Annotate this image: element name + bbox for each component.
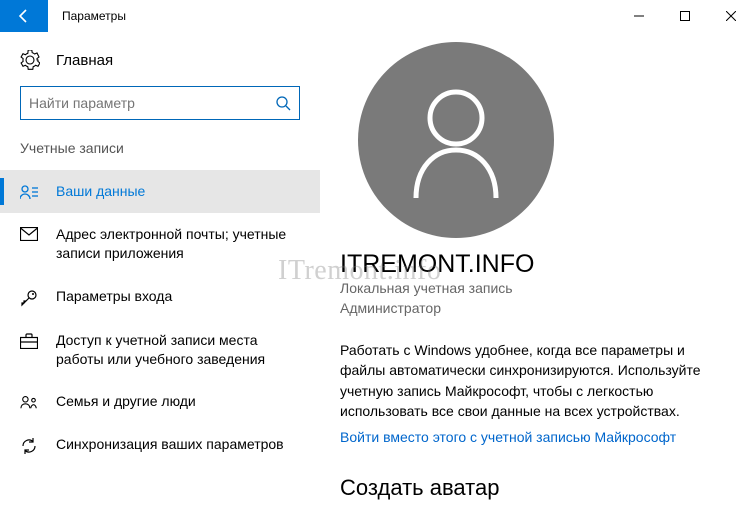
search-input[interactable] bbox=[20, 86, 300, 120]
home-button[interactable]: Главная bbox=[0, 50, 320, 86]
sidebar: Главная Учетные записи Ваши данные Адрес… bbox=[0, 32, 320, 527]
mail-icon bbox=[20, 227, 38, 241]
sidebar-item-label: Ваши данные bbox=[56, 182, 155, 201]
account-role: Администратор bbox=[340, 299, 734, 319]
maximize-button[interactable] bbox=[662, 0, 708, 32]
search-icon bbox=[275, 95, 291, 111]
sidebar-item-label: Семья и другие люди bbox=[56, 392, 206, 411]
username: ITREMONT.INFO bbox=[340, 250, 734, 279]
sidebar-item-your-info[interactable]: Ваши данные bbox=[0, 170, 320, 213]
arrow-left-icon bbox=[16, 8, 32, 24]
avatar bbox=[358, 42, 554, 238]
sidebar-item-email-accounts[interactable]: Адрес электронной почты; учетные записи … bbox=[0, 213, 320, 275]
sidebar-item-work-school[interactable]: Доступ к учетной записи места работы или… bbox=[0, 319, 320, 381]
person-icon bbox=[401, 80, 511, 200]
account-type: Локальная учетная запись bbox=[340, 279, 734, 299]
briefcase-icon bbox=[20, 333, 38, 349]
close-icon bbox=[726, 11, 736, 21]
sync-description: Работать с Windows удобнее, когда все па… bbox=[340, 340, 734, 421]
sidebar-item-label: Синхронизация ваших параметров bbox=[56, 435, 294, 454]
main-content: ITREMONT.INFO Локальная учетная запись А… bbox=[320, 32, 754, 527]
minimize-button[interactable] bbox=[616, 0, 662, 32]
category-title: Учетные записи bbox=[0, 140, 320, 170]
titlebar: Параметры bbox=[0, 0, 754, 32]
sidebar-item-family[interactable]: Семья и другие люди bbox=[0, 380, 320, 423]
search-field[interactable] bbox=[29, 95, 275, 111]
sidebar-item-label: Доступ к учетной записи места работы или… bbox=[56, 331, 300, 369]
person-card-icon bbox=[20, 184, 38, 200]
sidebar-item-sync[interactable]: Синхронизация ваших параметров bbox=[0, 423, 320, 467]
avatar-section-title: Создать аватар bbox=[340, 475, 734, 501]
signin-microsoft-link[interactable]: Войти вместо этого с учетной записью Май… bbox=[340, 429, 676, 445]
sidebar-item-signin-options[interactable]: Параметры входа bbox=[0, 275, 320, 319]
sidebar-item-label: Параметры входа bbox=[56, 287, 182, 306]
key-icon bbox=[20, 289, 38, 307]
window-controls bbox=[616, 0, 754, 32]
back-button[interactable] bbox=[0, 0, 48, 32]
home-label: Главная bbox=[56, 52, 113, 69]
close-button[interactable] bbox=[708, 0, 754, 32]
gear-icon bbox=[20, 50, 40, 70]
window-title: Параметры bbox=[62, 9, 126, 23]
maximize-icon bbox=[680, 11, 690, 21]
minimize-icon bbox=[634, 11, 644, 21]
sidebar-item-label: Адрес электронной почты; учетные записи … bbox=[56, 225, 300, 263]
sync-icon bbox=[20, 437, 38, 455]
people-icon bbox=[20, 394, 38, 410]
